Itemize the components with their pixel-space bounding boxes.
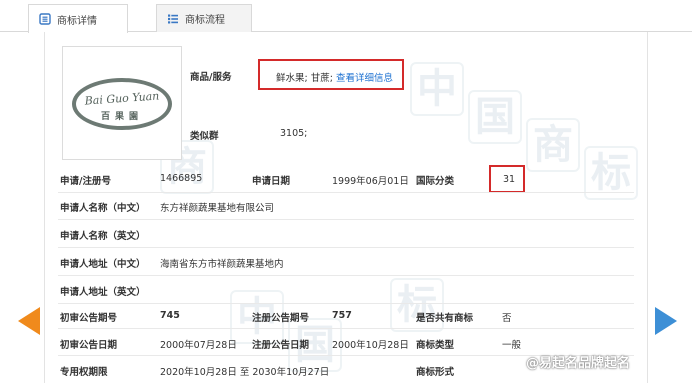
tab-bar: 商标详情 商标流程: [0, 0, 692, 33]
logo-oval: Bai Guo Yuan 百果園: [72, 78, 172, 130]
row-divider: [58, 275, 634, 276]
similar-group-value: 3105;: [280, 128, 308, 139]
row-divider: [58, 328, 634, 329]
tab-label: 商标详情: [57, 15, 97, 27]
watermark-char: 国: [468, 90, 522, 144]
similar-group-label: 类似群: [190, 131, 219, 142]
watermark-char: 中: [410, 62, 464, 116]
goods-highlight: 鲜水果; 甘蔗; 查看详细信息: [258, 59, 404, 90]
prelim-no-label: 初审公告期号: [60, 313, 118, 324]
tm-type-label: 商标类型: [416, 340, 455, 351]
process-list-icon: [167, 13, 179, 25]
reg-pub-no-value: 757: [332, 310, 352, 321]
shared-label: 是否共有商标: [416, 313, 474, 324]
shared-value: 否: [502, 313, 512, 324]
applicant-cn-value: 东方祥颜蔬果基地有限公司: [160, 203, 275, 214]
document-list-icon: [39, 13, 51, 25]
reg-pub-no-label: 注册公告期号: [252, 313, 310, 324]
row-divider: [58, 219, 634, 220]
tab-label: 商标流程: [185, 15, 225, 26]
exclusive-label: 专用权期限: [60, 367, 108, 378]
logo-text-cn: 百果園: [100, 112, 143, 122]
view-details-link[interactable]: 查看详细信息: [336, 73, 393, 84]
tm-form-label: 商标形式: [416, 367, 455, 378]
address-en-label: 申请人地址（英文）: [60, 287, 146, 298]
prelim-date-value: 2000年07月28日: [160, 340, 237, 351]
goods-value: 鲜水果; 甘蔗;: [276, 73, 333, 84]
exclusive-value: 2020年10月28日 至 2030年10月27日: [160, 367, 330, 378]
tm-type-value: 一般: [502, 340, 522, 351]
prev-arrow-icon[interactable]: [18, 307, 40, 335]
prelim-no-value: 745: [160, 310, 180, 321]
reg-no-value: 1466895: [160, 173, 203, 184]
next-arrow-icon[interactable]: [655, 307, 677, 335]
tab-trademark-process[interactable]: 商标流程: [156, 4, 252, 32]
reg-no-label: 申请/注册号: [60, 176, 111, 187]
app-date-value: 1999年06月01日: [332, 176, 409, 187]
weibo-watermark: @易起名品牌起名: [526, 356, 631, 371]
row-divider: [58, 247, 634, 248]
trademark-logo: Bai Guo Yuan 百果園: [62, 46, 182, 160]
app-date-label: 申请日期: [252, 176, 291, 187]
applicant-en-label: 申请人名称（英文）: [60, 231, 146, 242]
watermark-char: 商: [526, 118, 580, 172]
intl-class-highlight: 31: [489, 165, 525, 193]
reg-pub-date-value: 2000年10月28日: [332, 340, 409, 351]
logo-text-en: Bai Guo Yuan: [84, 89, 160, 108]
intl-class-label: 国际分类: [416, 176, 455, 187]
tab-trademark-details[interactable]: 商标详情: [28, 4, 128, 33]
reg-pub-date-label: 注册公告日期: [252, 340, 310, 351]
applicant-cn-label: 申请人名称（中文）: [60, 203, 146, 214]
goods-label: 商品/服务: [190, 72, 232, 83]
prelim-date-label: 初审公告日期: [60, 340, 118, 351]
address-cn-label: 申请人地址（中文）: [60, 259, 146, 270]
intl-class-value: 31: [503, 174, 516, 185]
row-divider: [58, 192, 634, 193]
row-divider: [58, 303, 634, 304]
address-cn-value: 海南省东方市祥颜蔬果基地内: [160, 259, 284, 270]
